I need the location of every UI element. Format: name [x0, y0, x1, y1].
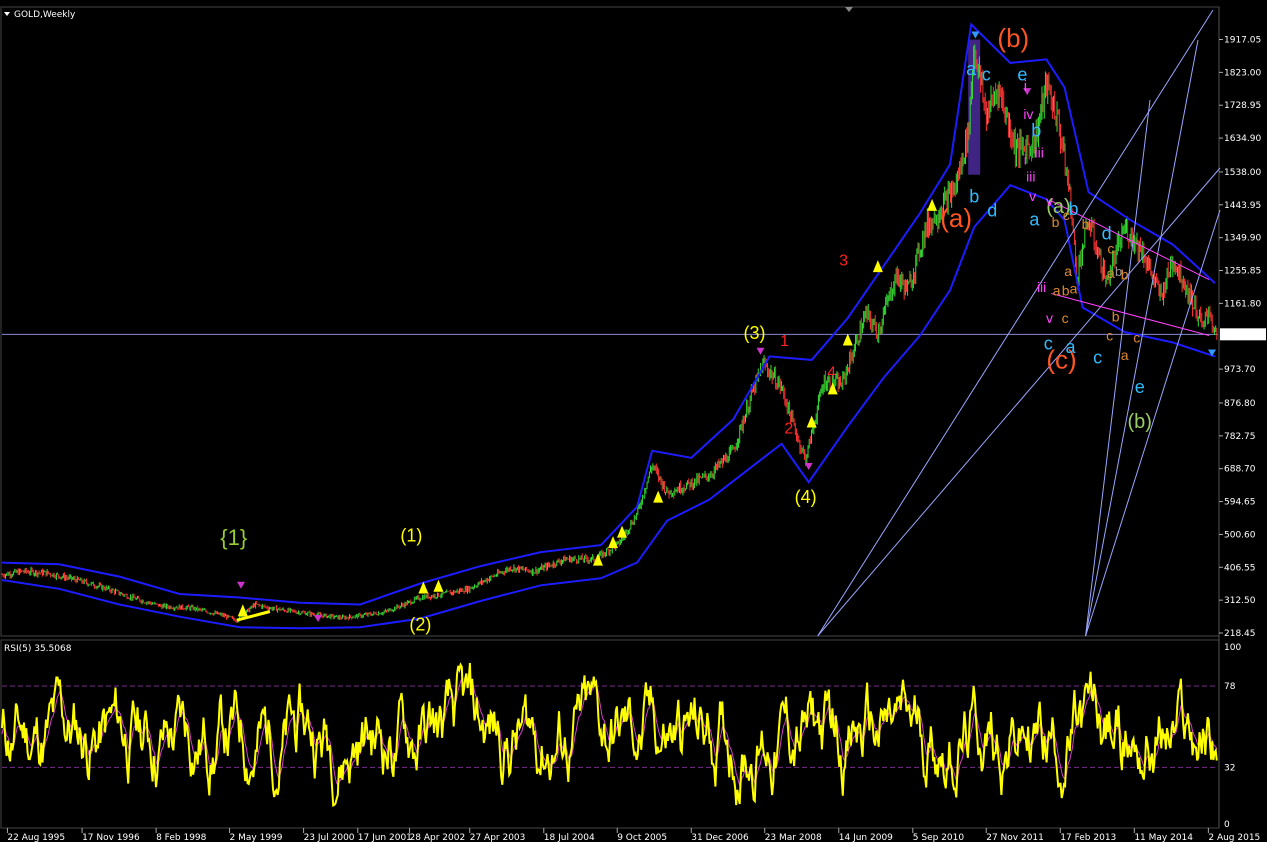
time-tick-label: 9 Oct 2005: [617, 833, 667, 842]
wave-label: v: [1046, 193, 1053, 209]
wave-label: b: [1052, 214, 1060, 230]
time-tick-label: 8 Feb 1998: [156, 833, 207, 842]
wave-label: c: [1044, 333, 1053, 353]
wave-label: 1: [780, 333, 789, 350]
time-tick-label: 14 Jun 2009: [839, 833, 893, 842]
wave-label: c: [1107, 240, 1114, 256]
time-tick-label: 22 Aug 1995: [7, 833, 65, 842]
price-tick-label: 1349.90: [1224, 234, 1261, 244]
time-tick-label: 23 Mar 2008: [765, 833, 822, 842]
wave-label: b: [1082, 216, 1090, 232]
wave-label: iii: [1026, 169, 1035, 185]
rsi-tick-label: 78: [1224, 682, 1236, 692]
wave-label: e: [1135, 377, 1145, 397]
wave-label: b: [969, 187, 979, 207]
price-tick-label: 1443.95: [1224, 201, 1261, 211]
wave-label: 4: [827, 364, 836, 381]
price-tick-label: 218.45: [1224, 629, 1256, 639]
time-tick-label: 17 Feb 2013: [1060, 833, 1116, 842]
time-tick-label: 2 Aug 2015: [1208, 833, 1260, 842]
gold-weekly-chart[interactable]: {1} (1)(2)(3)(4)1234(a)(b)(c)a cbdebac abdc…: [0, 0, 1267, 842]
price-tick-label: 1823.00: [1224, 68, 1261, 78]
wave-label: a: [1121, 347, 1129, 363]
price-tick-label: 1728.95: [1224, 101, 1261, 111]
rsi-tick-label: 32: [1224, 763, 1235, 773]
price-tick-label: 1161.80: [1224, 299, 1261, 309]
wave-label: v: [1046, 310, 1053, 326]
wave-label: 2: [784, 420, 793, 437]
price-tick-label: 1073.29: [1222, 330, 1259, 340]
wave-label: v: [1029, 188, 1036, 204]
wave-label: a: [1066, 337, 1077, 357]
wave-label: b: [1031, 120, 1041, 140]
time-tick-label: 27 Nov 2011: [986, 833, 1044, 842]
price-tick-label: 312.50: [1224, 596, 1256, 606]
wave-label: 3: [839, 253, 848, 270]
wave-label: b: [1112, 308, 1120, 324]
price-tick-label: 876.80: [1224, 399, 1256, 409]
time-tick-label: 17 Jun 2001: [358, 833, 412, 842]
price-tick-label: 688.70: [1224, 465, 1256, 475]
chart-title: GOLD,Weekly: [14, 10, 76, 20]
time-tick-label: 11 May 2014: [1134, 833, 1193, 842]
wave-label: c: [1106, 328, 1113, 344]
wave-label: c: [1133, 329, 1140, 345]
wave-label: c: [1093, 347, 1102, 367]
price-tick-label: 500.60: [1224, 530, 1256, 540]
wave-label: b: [1062, 282, 1070, 298]
price-tick-label: 1634.90: [1224, 134, 1261, 144]
wave-label: (2): [409, 615, 431, 635]
wave-label: a: [966, 59, 977, 79]
wave-label: c: [1062, 310, 1069, 326]
wave-label: i: [1024, 78, 1027, 95]
wave-label: a: [1064, 263, 1072, 279]
time-tick-label: 27 Apr 2003: [470, 833, 526, 842]
time-tick-label: 31 Dec 2006: [691, 833, 749, 842]
price-tick-label: 1538.00: [1224, 168, 1261, 178]
rsi-title: RSI(5) 35.5068: [4, 644, 72, 654]
price-tick-label: 1255.85: [1224, 267, 1261, 277]
rsi-tick-label: 0: [1224, 820, 1230, 830]
wave-label: iii: [1035, 144, 1044, 160]
wave-label: iii: [1037, 279, 1046, 295]
wave-label: {1}: [220, 525, 247, 550]
time-tick-label: 23 Jul 2000: [304, 833, 355, 842]
price-tick-label: 782.75: [1224, 432, 1256, 442]
wave-label: (4): [795, 487, 817, 507]
time-tick-label: 5 Sep 2010: [913, 833, 965, 842]
price-tick-label: 973.70: [1224, 365, 1256, 375]
time-tick-label: 28 Apr 2002: [410, 833, 466, 842]
price-tick-label: 406.55: [1224, 563, 1256, 573]
wave-label: (a): [940, 203, 972, 233]
wave-label: (1): [400, 526, 422, 546]
wave-label: a: [1070, 281, 1078, 297]
wave-label: a: [1053, 282, 1061, 298]
rsi-tick-label: 100: [1224, 643, 1241, 653]
wave-label: a: [1107, 265, 1115, 281]
wave-label: a: [1029, 209, 1040, 229]
wave-label: d: [987, 201, 997, 221]
time-tick-label: 17 Nov 1996: [82, 833, 140, 842]
price-tick-label: 1917.05: [1224, 36, 1261, 46]
wave-label: (3): [743, 323, 765, 343]
wave-label: (b): [997, 23, 1029, 53]
wave-label: i: [1024, 151, 1027, 167]
wave-label: c: [982, 64, 991, 84]
price-panel[interactable]: [0, 6, 1220, 637]
wave-label: b: [1115, 264, 1122, 279]
wave-label: iv: [1023, 106, 1033, 122]
time-tick-label: 2 May 1999: [230, 833, 283, 842]
price-tick-label: 594.65: [1224, 498, 1256, 508]
wave-label: (b): [1128, 411, 1152, 433]
wave-label: c: [1063, 207, 1070, 223]
time-tick-label: 18 Jul 2004: [544, 833, 595, 842]
